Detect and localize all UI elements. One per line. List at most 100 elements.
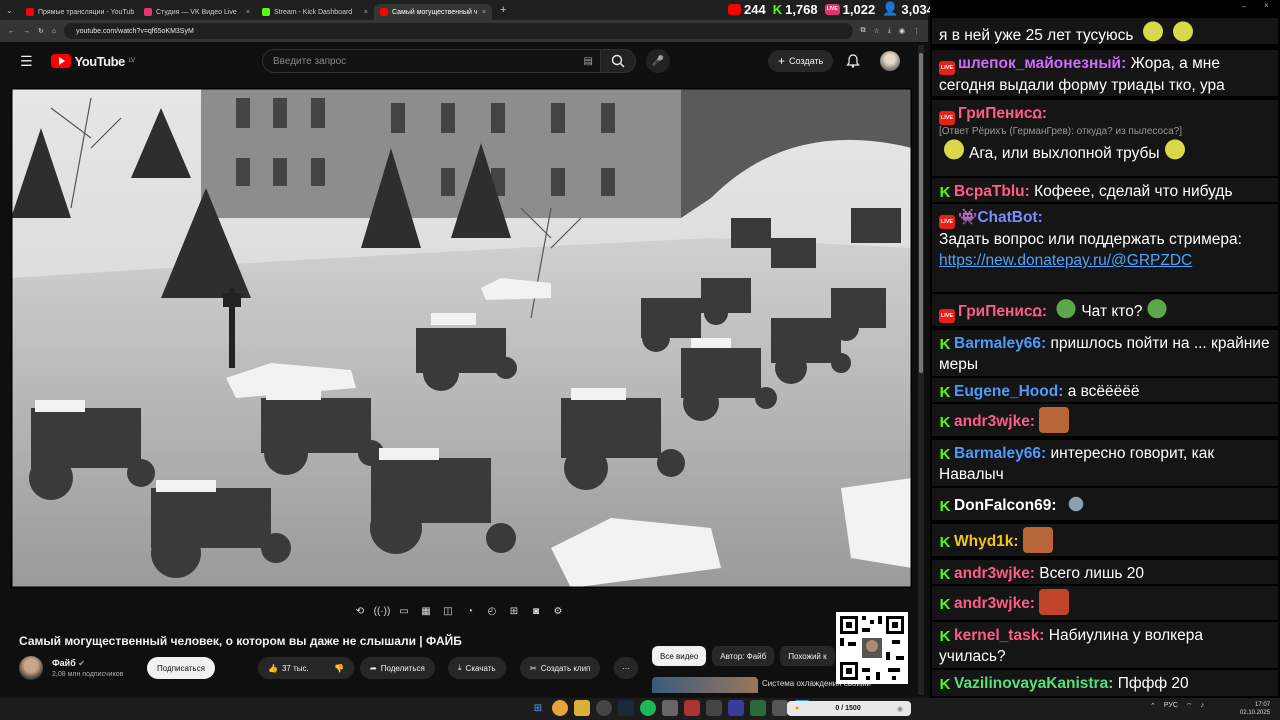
taskbar-apps: ⊞ [530, 700, 810, 716]
page-scrollbar[interactable] [918, 45, 924, 695]
app-icon[interactable] [728, 700, 744, 716]
obs-icon[interactable] [596, 700, 612, 716]
reload-icon[interactable]: ↻ [38, 27, 44, 35]
taskbar-clock[interactable]: 17:07 02.10.2025 [1240, 701, 1270, 717]
scrollbar-thumb[interactable] [919, 53, 923, 373]
tab-kick-dashboard[interactable]: Stream - Kick Dashboard × [256, 4, 374, 20]
clapper-icon[interactable]: ▦ [418, 604, 434, 618]
thumb-up-icon: 👍 [268, 663, 278, 673]
video-player[interactable] [11, 88, 912, 588]
donation-goal-widget: ● 0 / 1500 ◉ [787, 701, 911, 716]
cast-icon[interactable]: ▭ [396, 604, 412, 618]
kick-icon: K [939, 676, 951, 693]
browser-menu-icon[interactable]: ⋮ [913, 27, 920, 35]
network-icon[interactable]: ⌔ [1186, 702, 1193, 711]
home-icon[interactable]: ⌂ [52, 28, 56, 35]
tab-vk-studio[interactable]: Студия — VK Видео Live × [138, 4, 256, 20]
pip-icon[interactable]: ◫ [440, 604, 456, 618]
donation-goal-progress: 0 / 1500 [835, 705, 861, 712]
chrome-icon[interactable] [552, 700, 568, 716]
window-minimize-icon[interactable]: – [1242, 2, 1246, 11]
clip-button[interactable]: ✂ Создать клип [520, 657, 601, 679]
create-button[interactable]: + Создать [768, 50, 834, 72]
total-viewer-counter: 👤 3,034 [882, 1, 934, 17]
voice-search-button[interactable]: 🎤 [646, 49, 670, 73]
kick-icon: K [939, 534, 951, 551]
clip-label: Создать клип [540, 663, 591, 673]
hamburger-menu-icon[interactable]: ☰ [20, 53, 33, 70]
close-tab-icon[interactable]: × [364, 9, 368, 16]
tab-video-active[interactable]: Самый могущественный ч × [374, 4, 492, 20]
window-close-icon[interactable]: × [1264, 1, 1269, 10]
back-icon[interactable]: ← [8, 28, 15, 35]
widget-end-icon: ◉ [896, 705, 903, 713]
tray-chevron-icon[interactable]: ⌃ [1150, 702, 1156, 711]
loop-icon[interactable]: ⟲ [352, 604, 368, 618]
extensions-icon[interactable]: ⧉ [861, 27, 866, 35]
share-label: Поделиться [380, 663, 425, 673]
search-button[interactable] [600, 49, 636, 73]
youtube-logo[interactable]: YouTube LV [50, 53, 135, 69]
chat-message: K Eugene_Hood: а всёёёёё [932, 378, 1278, 402]
channel-avatar[interactable] [19, 656, 43, 680]
chip-similar[interactable]: Похожий к [780, 646, 835, 666]
windows-start-icon[interactable]: ⊞ [530, 700, 546, 716]
chip-author[interactable]: Автор: Файб [712, 646, 775, 666]
recommendation-thumbnail[interactable] [652, 677, 758, 693]
app-icon[interactable] [684, 700, 700, 716]
chat-message: Kandr3wjke: Всего лишь 20 [932, 560, 1278, 584]
profile-icon[interactable]: ◉ [899, 27, 905, 35]
more-actions-button[interactable]: ··· [614, 657, 638, 679]
search-input[interactable]: Введите запрос ▤ [262, 49, 602, 73]
tab-title: Студия — VK Видео Live [156, 8, 237, 16]
url-text: youtube.com/watch?v=qf65oKM3SyM [76, 27, 194, 35]
gear-icon[interactable]: ⚙ [550, 604, 566, 618]
volume-icon[interactable]: ♪ [1201, 702, 1205, 711]
file-explorer-icon[interactable] [574, 700, 590, 716]
spotify-icon[interactable] [640, 700, 656, 716]
share-button[interactable]: ➦ Поделиться [360, 657, 435, 679]
broadcast-icon[interactable]: ((·)) [374, 604, 391, 618]
chat-message: я в ней уже 25 лет тусуюсь [932, 18, 1278, 47]
frog-emote-icon [1051, 297, 1082, 323]
channel-name[interactable]: Файб ✔ [52, 658, 85, 668]
notifications-bell-icon[interactable] [846, 54, 860, 73]
steam-icon[interactable] [618, 700, 634, 716]
close-tab-icon[interactable]: × [482, 9, 486, 16]
like-button[interactable]: 👍 37 тыс. 👎 [258, 657, 354, 679]
subscribe-button[interactable]: Подписаться [147, 657, 215, 679]
close-tab-icon[interactable]: × [246, 9, 250, 16]
donation-link[interactable]: https://new.donatepay.ru/@GRPZDC [939, 252, 1192, 269]
forward-icon[interactable]: → [23, 28, 30, 35]
gauge-icon[interactable]: ◴ [484, 604, 500, 618]
download-icon[interactable]: ⤓ [888, 27, 891, 35]
url-field[interactable]: youtube.com/watch?v=qf65oKM3SyM [64, 23, 853, 39]
tab-youtube-live[interactable]: Прямые трансляции - YouTub× [20, 4, 138, 20]
account-avatar[interactable] [880, 51, 900, 71]
camera-icon[interactable]: ◙ [528, 604, 544, 618]
app-icon[interactable] [706, 700, 722, 716]
download-label: Скачать [465, 663, 496, 673]
bookmark-star-icon[interactable]: ☆ [874, 27, 880, 35]
logo-text: YouTube [74, 53, 126, 69]
add-box-icon[interactable]: ⊞ [506, 604, 522, 618]
dislike-icon[interactable]: 👎 [334, 664, 344, 673]
app-icon[interactable] [750, 700, 766, 716]
app-icon[interactable] [662, 700, 678, 716]
download-button[interactable]: ⤓ Скачать [448, 657, 506, 679]
kick-viewer-counter: K 1,768 [773, 2, 818, 17]
chip-all-videos[interactable]: Все видео [652, 646, 707, 666]
search-icon [611, 54, 625, 68]
new-tab-icon[interactable]: + [500, 4, 506, 16]
tab-menu-icon[interactable]: ⌄ [6, 6, 20, 15]
chat-username: ВсраТblu: [954, 183, 1030, 200]
chat-message: LIVE шлепок_майонезный: Жора, а мне сегод… [932, 50, 1278, 96]
chat-message-text: Всего лишь 20 [1039, 565, 1145, 582]
speed-icon[interactable]: ◔ [462, 604, 478, 618]
pepe-emote-icon [1159, 139, 1190, 165]
language-indicator[interactable]: РУС [1164, 702, 1178, 711]
keyboard-icon[interactable]: ▤ [584, 56, 593, 67]
chat-username: andr3wjke: [954, 595, 1035, 612]
app-icon[interactable] [772, 700, 788, 716]
youtube-icon [728, 3, 741, 15]
